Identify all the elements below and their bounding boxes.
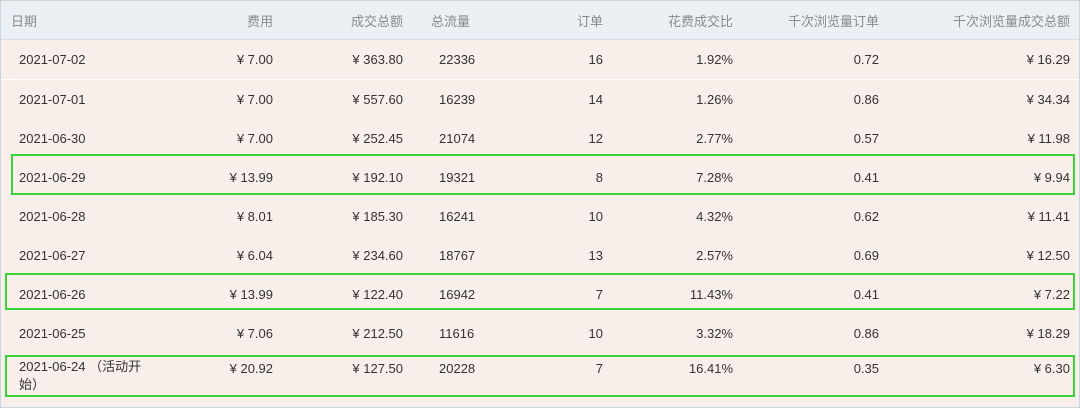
cell-orders-per-mille: 0.86 (853, 91, 879, 107)
cell-traffic: 21074 (439, 130, 476, 146)
cell-cost: ¥ 20.92 (229, 361, 273, 376)
cell-gmv-per-mille: ¥ 12.50 (1026, 247, 1070, 263)
cell-gmv-per-mille: ¥ 11.41 (1027, 208, 1070, 224)
cell-gmv-per-mille: ¥ 7.22 (1033, 286, 1070, 302)
cell-gmv: ¥ 192.10 (352, 169, 403, 185)
cell-traffic: 11616 (439, 325, 475, 341)
data-table: 日期 费用 成交总额 总流量 订单 花费成交比 千次浏览量订单 千次浏览量成交总… (0, 0, 1080, 408)
cell-date: 2021-06-27 (19, 247, 86, 263)
cell-cost-ratio: 11.43% (689, 286, 733, 302)
header-orders-per-mille[interactable]: 千次浏览量订单 (741, 1, 879, 39)
cell-orders: 14 (588, 91, 603, 107)
cell-cost: ¥ 7.06 (236, 325, 273, 341)
table-header: 日期 费用 成交总额 总流量 订单 花费成交比 千次浏览量订单 千次浏览量成交总… (1, 1, 1079, 40)
cell-gmv: ¥ 122.40 (352, 286, 403, 302)
header-gmv-per-mille[interactable]: 千次浏览量成交总额 (886, 1, 1070, 39)
cell-cost: ¥ 6.04 (236, 247, 273, 263)
cell-gmv: ¥ 127.50 (352, 361, 403, 376)
table-row: 2021-06-30 ¥ 7.00 ¥ 252.45 21074 12 2.77… (1, 119, 1079, 159)
cell-gmv: ¥ 185.30 (352, 208, 403, 224)
cell-traffic: 16239 (439, 91, 476, 107)
table-row: 2021-07-02 ¥ 7.00 ¥ 363.80 22336 16 1.92… (1, 40, 1079, 80)
cell-cost-ratio: 2.57% (696, 247, 733, 263)
table-row: 2021-07-01 ¥ 7.00 ¥ 557.60 16239 14 1.26… (1, 80, 1079, 120)
cell-cost: ¥ 7.00 (236, 91, 273, 107)
cell-date: 2021-07-02 (19, 51, 86, 67)
cell-cost-ratio: 4.32% (696, 208, 733, 224)
cell-gmv-per-mille: ¥ 18.29 (1026, 325, 1070, 341)
cell-traffic: 16241 (439, 208, 476, 224)
cell-gmv: ¥ 234.60 (352, 247, 403, 263)
cell-orders-per-mille: 0.35 (853, 361, 879, 376)
header-traffic[interactable]: 总流量 (431, 1, 511, 39)
cell-date: 2021-06-25 (19, 325, 86, 341)
cell-orders: 16 (588, 51, 603, 67)
cell-cost-ratio: 16.41% (688, 361, 733, 376)
cell-cost-ratio: 1.92% (696, 51, 733, 67)
cell-date: 2021-06-29 (19, 169, 86, 185)
cell-cost: ¥ 8.01 (236, 208, 273, 224)
header-orders[interactable]: 订单 (521, 1, 603, 39)
cell-traffic: 18767 (439, 247, 476, 263)
table-row: 2021-06-24 （活动开始） ¥ 20.92 ¥ 127.50 20228… (1, 353, 1079, 406)
cell-gmv-per-mille: ¥ 34.34 (1026, 91, 1070, 107)
cell-traffic: 20228 (439, 361, 476, 376)
cell-gmv: ¥ 363.80 (352, 51, 403, 67)
cell-cost: ¥ 7.00 (236, 130, 273, 146)
cell-orders-per-mille: 0.41 (853, 169, 879, 185)
cell-orders-per-mille: 0.69 (853, 247, 879, 263)
header-cost-ratio[interactable]: 花费成交比 (611, 1, 733, 39)
cell-cost-ratio: 1.26% (696, 91, 733, 107)
cell-cost-ratio: 7.28% (696, 169, 733, 185)
cell-cost: ¥ 7.00 (236, 51, 273, 67)
cell-cost: ¥ 13.99 (229, 286, 273, 302)
cell-gmv: ¥ 252.45 (352, 130, 403, 146)
cell-date: 2021-06-28 (19, 208, 86, 224)
cell-orders-per-mille: 0.62 (853, 208, 879, 224)
cell-gmv-per-mille: ¥ 6.30 (1033, 361, 1070, 376)
cell-orders: 7 (595, 286, 603, 302)
cell-gmv-per-mille: ¥ 9.94 (1033, 169, 1070, 185)
cell-date: 2021-07-01 (19, 91, 86, 107)
cell-date: 2021-06-24 （活动开始） (19, 359, 142, 392)
table-row: 2021-06-29 ¥ 13.99 ¥ 192.10 19321 8 7.28… (1, 158, 1079, 198)
cell-orders: 13 (588, 247, 603, 263)
cell-gmv-per-mille: ¥ 16.29 (1026, 51, 1070, 67)
cell-date: 2021-06-30 (19, 130, 86, 146)
cell-orders: 8 (595, 169, 603, 185)
cell-orders: 10 (588, 325, 603, 341)
cell-cost-ratio: 2.77% (696, 130, 733, 146)
cell-traffic: 19321 (439, 169, 476, 185)
cell-orders-per-mille: 0.41 (853, 286, 879, 302)
table-row: 2021-06-27 ¥ 6.04 ¥ 234.60 18767 13 2.57… (1, 236, 1079, 276)
table-row: 2021-06-26 ¥ 13.99 ¥ 122.40 16942 7 11.4… (1, 275, 1079, 315)
header-cost[interactable]: 费用 (181, 1, 273, 39)
cell-orders: 12 (588, 130, 603, 146)
header-gmv[interactable]: 成交总额 (281, 1, 403, 39)
cell-orders-per-mille: 0.86 (853, 325, 879, 341)
cell-traffic: 16942 (439, 286, 476, 302)
cell-gmv: ¥ 212.50 (352, 325, 403, 341)
cell-gmv-per-mille: ¥ 11.98 (1027, 130, 1070, 146)
cell-cost-ratio: 3.32% (696, 325, 733, 341)
table-row: 2021-06-25 ¥ 7.06 ¥ 212.50 11616 10 3.32… (1, 314, 1079, 354)
header-date[interactable]: 日期 (11, 1, 171, 39)
cell-orders-per-mille: 0.57 (853, 130, 879, 146)
cell-orders: 10 (588, 208, 603, 224)
cell-date: 2021-06-26 (19, 286, 86, 302)
cell-cost: ¥ 13.99 (229, 169, 273, 185)
table-row: 2021-06-28 ¥ 8.01 ¥ 185.30 16241 10 4.32… (1, 197, 1079, 237)
cell-traffic: 22336 (439, 51, 476, 67)
cell-gmv: ¥ 557.60 (352, 91, 403, 107)
cell-orders-per-mille: 0.72 (853, 51, 879, 67)
cell-orders: 7 (595, 361, 603, 376)
